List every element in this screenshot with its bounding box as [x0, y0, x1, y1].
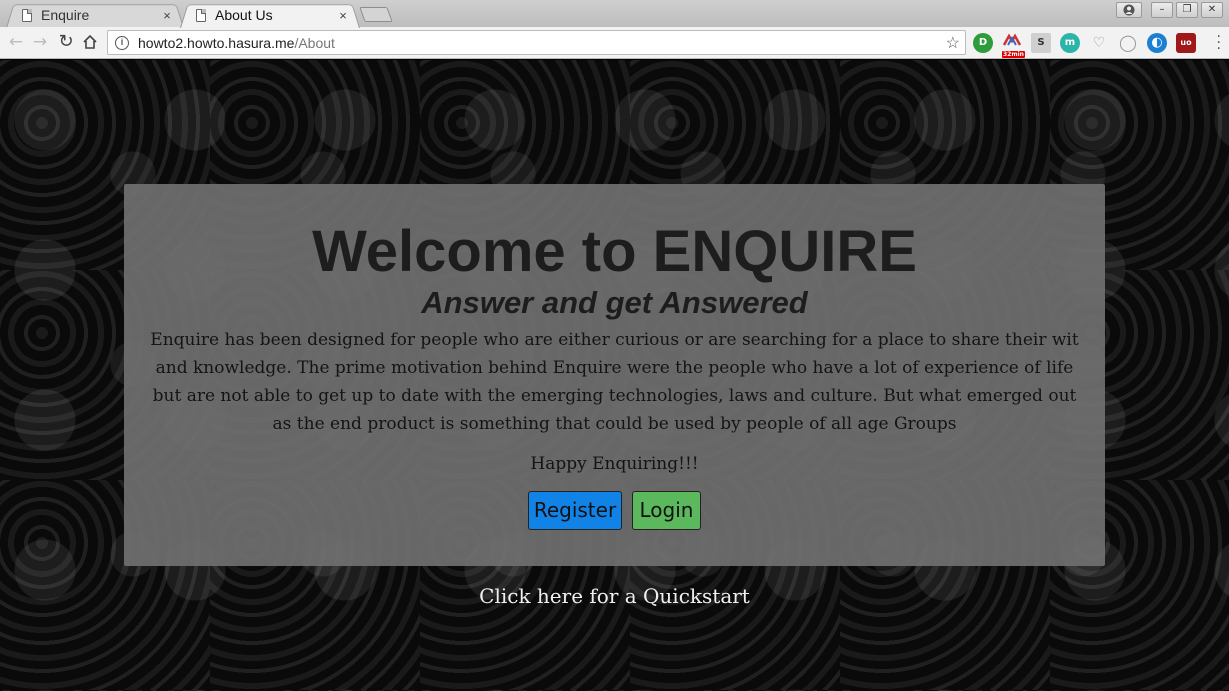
login-button[interactable]: Login	[632, 491, 701, 530]
s-extension-icon[interactable]: S	[1031, 33, 1051, 53]
page-icon	[22, 8, 32, 22]
welcome-title: Welcome to ENQUIRE	[312, 219, 917, 284]
extension-icons: D 32min S m ♡ ◯ ◐ uo	[973, 33, 1196, 58]
minimize-button[interactable]: –	[1151, 2, 1173, 18]
circle-outline-extension-icon[interactable]: ◯	[1118, 33, 1138, 53]
extension-badge: 32min	[1002, 51, 1025, 58]
reload-icon[interactable]: ↻	[56, 32, 76, 52]
window-controls: – ❐ ✕	[1116, 2, 1223, 18]
teal-m-extension-icon[interactable]: m	[1060, 33, 1080, 53]
tab-enquire[interactable]: Enquire ×	[6, 2, 184, 28]
page-background: Welcome to ENQUIRE Answer and get Answer…	[0, 60, 1229, 691]
tab-title: Enquire	[41, 7, 90, 23]
tab-close-icon[interactable]: ×	[336, 8, 350, 23]
bookmark-star-icon[interactable]: ☆	[946, 33, 960, 53]
gmail-counter-extension-icon[interactable]: 32min	[1002, 33, 1025, 58]
happy-enquiring-text: Happy Enquiring!!!	[530, 454, 699, 474]
url-host: howto2.howto.hasura.me	[138, 34, 295, 51]
register-button[interactable]: Register	[528, 491, 622, 530]
profile-icon[interactable]	[1116, 2, 1142, 18]
page-icon	[196, 8, 206, 22]
home-icon[interactable]	[80, 32, 100, 52]
address-bar[interactable]: i howto2.howto.hasura.me/About ☆	[107, 30, 966, 55]
description-text: Enquire has been designed for people who…	[150, 330, 1079, 434]
restore-button[interactable]: ❐	[1176, 2, 1198, 18]
url-path: /About	[294, 34, 335, 51]
tab-close-icon[interactable]: ×	[160, 8, 174, 23]
quickstart-link[interactable]: Click here for a Quickstart	[0, 584, 1229, 608]
tab-title: About Us	[215, 7, 273, 23]
close-window-button[interactable]: ✕	[1201, 2, 1223, 18]
ublock-extension-icon[interactable]: uo	[1176, 33, 1196, 53]
browser-toolbar: ← → ↻ i howto2.howto.hasura.me/About ☆ D…	[0, 27, 1229, 59]
info-icon[interactable]: i	[115, 35, 129, 50]
forward-arrow-icon[interactable]: →	[30, 32, 50, 52]
tab-about-us[interactable]: About Us ×	[180, 2, 360, 28]
new-tab-button[interactable]	[359, 7, 393, 22]
menu-kebab-icon[interactable]: · · ·	[1217, 30, 1221, 56]
back-arrow-icon[interactable]: ←	[6, 32, 26, 52]
green-circle-extension-icon[interactable]: D	[973, 33, 993, 53]
tagline: Answer and get Answered	[421, 285, 808, 320]
browser-titlebar: Enquire × About Us × – ❐ ✕	[0, 0, 1229, 28]
pocket-extension-icon[interactable]: ♡	[1089, 33, 1109, 53]
welcome-card: Welcome to ENQUIRE Answer and get Answer…	[124, 184, 1105, 566]
blue-circle-extension-icon[interactable]: ◐	[1147, 33, 1167, 53]
